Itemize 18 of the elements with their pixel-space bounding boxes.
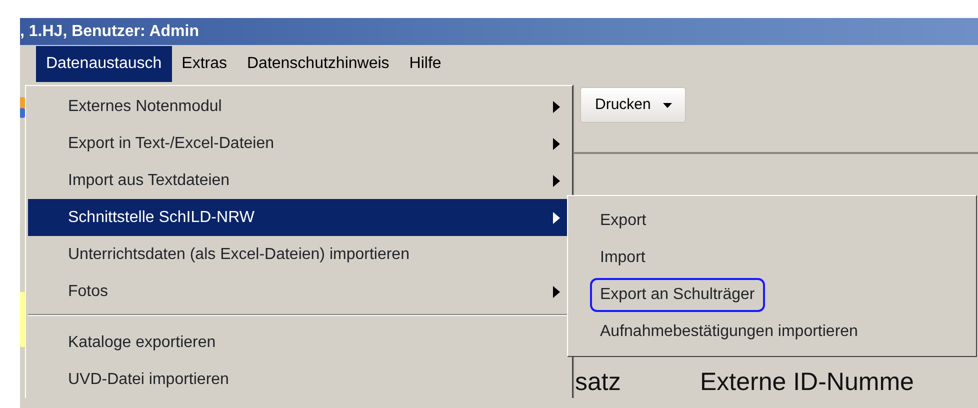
menu-item[interactable]: Import aus Textdateien [28, 162, 572, 199]
caret-icon [662, 102, 672, 108]
menu-item[interactable]: Export in Text-/Excel-Dateien [28, 125, 572, 162]
menu-bar-item[interactable]: Datenaustausch [36, 46, 172, 82]
window-title: , 1.HJ, Benutzer: Admin [20, 18, 978, 45]
menu-item[interactable]: Aufnahmebestätigungen importieren [590, 314, 868, 348]
menu-item[interactable]: Externes Notenmodul [28, 88, 572, 125]
menu-bar-item[interactable]: Hilfe [399, 46, 452, 82]
menu-item[interactable]: UVD-Datei importieren [28, 361, 572, 398]
menu-bar-item[interactable]: Datenschutzhinweis [236, 46, 400, 82]
menu-item[interactable]: Fotos [28, 273, 572, 310]
menu-item[interactable]: Import [590, 240, 656, 274]
field-label: satz [575, 367, 621, 398]
menu-item[interactable]: Export an Schulträger [590, 278, 765, 312]
print-button[interactable]: Drucken [580, 87, 686, 123]
menu-bar-item[interactable]: Extras [172, 46, 237, 82]
menu-item[interactable]: Export [590, 204, 656, 238]
field-label: Externe ID-Numme [700, 367, 914, 398]
